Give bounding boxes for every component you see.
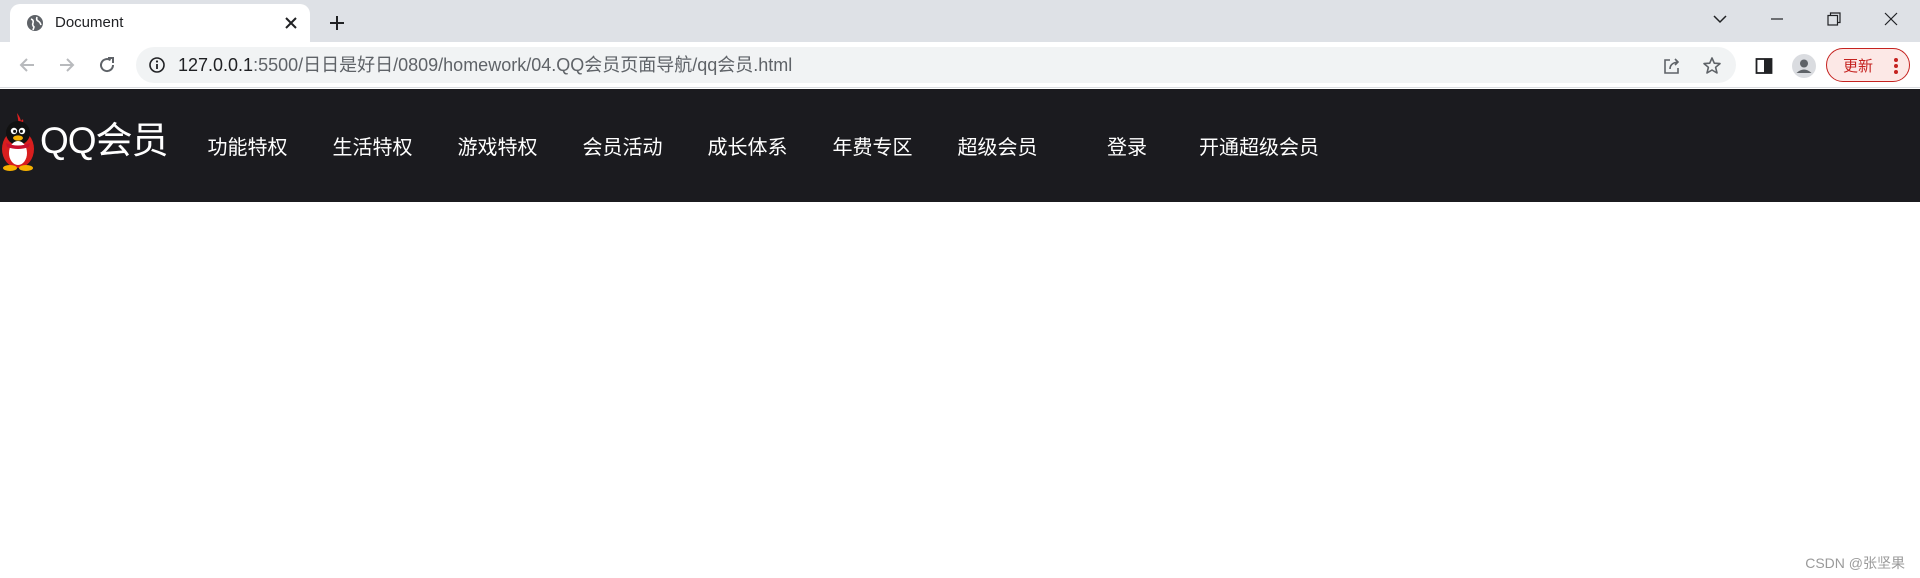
profile-avatar-icon[interactable] [1791,53,1817,79]
nav-item-life-privilege[interactable]: 生活特权 [310,131,435,160]
update-button[interactable]: 更新 [1826,48,1910,82]
more-vertical-icon[interactable] [1893,57,1899,75]
nav-item-growth-system[interactable]: 成长体系 [685,131,810,160]
qq-member-logo[interactable]: QQ会员 [0,111,170,171]
url-path: :5500/日日是好日/0809/homework/04.QQ会员页面导航/qq… [253,55,793,75]
close-icon[interactable] [280,12,302,34]
update-button-label: 更新 [1843,57,1874,75]
url-text[interactable]: 127.0.0.1:5500/日日是好日/0809/homework/04.QQ… [178,56,792,74]
nav-item-super-member[interactable]: 超级会员 [935,131,1060,160]
tab-title: Document [55,14,124,31]
nav-item-annual-zone[interactable]: 年费专区 [810,131,935,160]
site-info-icon[interactable] [148,56,166,74]
login-link[interactable]: 登录 [1080,131,1174,160]
reload-icon[interactable] [93,51,121,79]
browser-toolbar: 127.0.0.1:5500/日日是好日/0809/homework/04.QQ… [0,42,1920,88]
url-host: 127.0.0.1 [178,55,254,75]
qq-member-nav: QQ会员 功能特权 生活特权 游戏特权 会员活动 成长体系 年费专区 超级会员 … [0,89,1920,202]
nav-item-function-privilege[interactable]: 功能特权 [185,131,310,160]
tab-strip: Document [0,0,1920,42]
open-super-member-link[interactable]: 开通超级会员 [1184,131,1334,160]
new-tab-icon[interactable] [324,10,350,36]
restore-icon[interactable] [1806,0,1862,38]
back-arrow-icon[interactable] [13,51,41,79]
share-icon[interactable] [1660,54,1684,78]
close-window-icon[interactable] [1863,0,1919,38]
logo-text: QQ会员 [40,120,169,161]
tab-search-chevron-down-icon[interactable] [1692,0,1748,38]
browser-tab[interactable]: Document [10,4,310,42]
qq-penguin-icon [0,111,36,171]
csdn-watermark: CSDN @张坚果 [1805,555,1905,571]
forward-arrow-icon[interactable] [53,51,81,79]
main-nav: 功能特权 生活特权 游戏特权 会员活动 成长体系 年费专区 超级会员 登录 开通… [185,89,1334,202]
bookmark-star-icon[interactable] [1700,54,1724,78]
nav-item-game-privilege[interactable]: 游戏特权 [435,131,560,160]
side-panel-icon[interactable] [1751,53,1777,79]
address-bar[interactable]: 127.0.0.1:5500/日日是好日/0809/homework/04.QQ… [136,47,1736,83]
globe-icon [26,14,44,32]
minimize-icon[interactable] [1749,0,1805,38]
nav-item-member-activities[interactable]: 会员活动 [560,131,685,160]
